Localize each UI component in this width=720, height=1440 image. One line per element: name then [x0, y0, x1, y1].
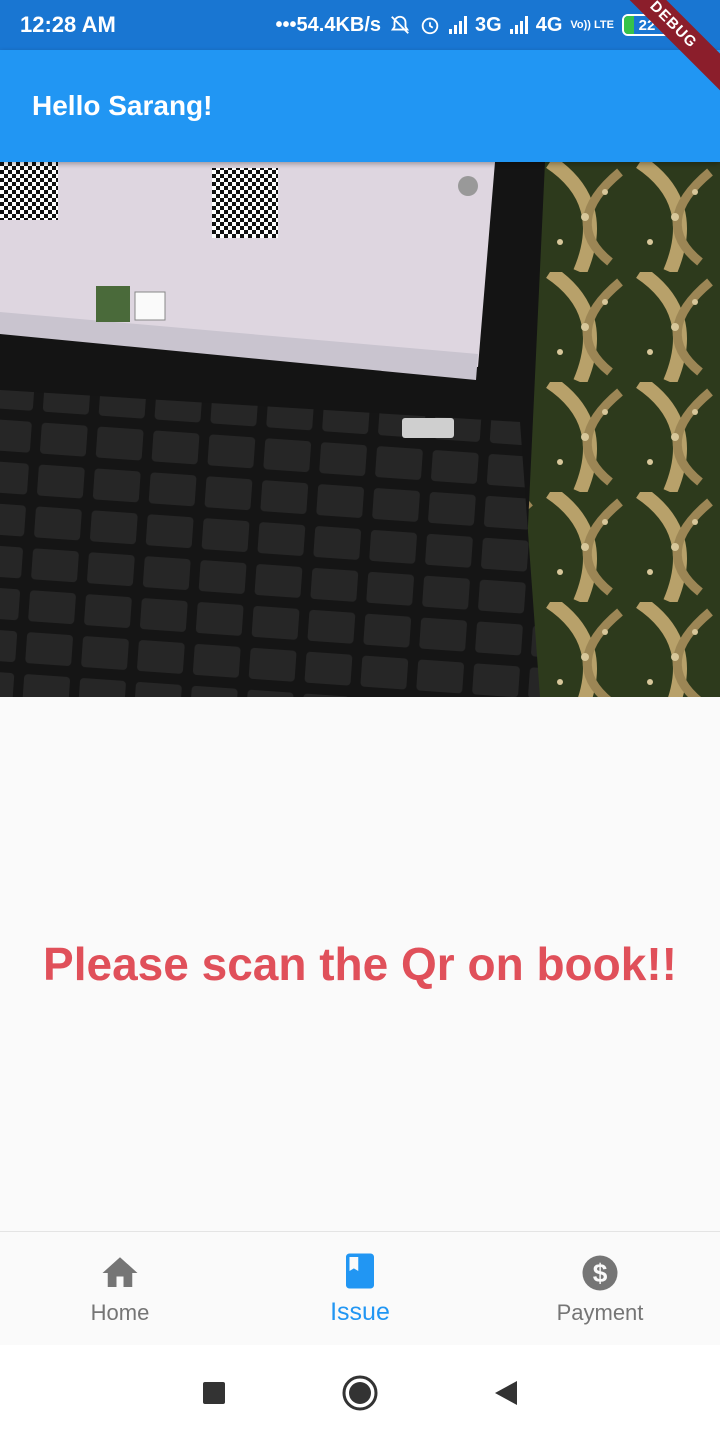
- alarm-icon: [421, 17, 439, 35]
- book-icon: [346, 1253, 374, 1289]
- camera-feed-image: [0, 162, 720, 697]
- page-title: Hello Sarang!: [32, 90, 213, 121]
- scan-instruction: Please scan the Qr on book!!: [43, 938, 677, 990]
- triangle-back-icon: [495, 1380, 517, 1405]
- network-speed: •••54.4KB/s: [275, 13, 382, 36]
- network-3g: 3G: [475, 13, 502, 36]
- signal-icon: [509, 16, 528, 34]
- nav-label-issue: Issue: [330, 1298, 390, 1326]
- nav-item-home[interactable]: Home: [0, 1232, 240, 1345]
- back-button[interactable]: [483, 1370, 529, 1416]
- mute-icon: [390, 15, 410, 34]
- square-icon: [203, 1381, 225, 1404]
- app-bar: Hello Sarang!: [0, 50, 720, 162]
- signal-icon: [449, 16, 468, 34]
- message-area: Please scan the Qr on book!!: [0, 697, 720, 1231]
- system-navigation: [0, 1345, 720, 1440]
- network-4g: 4G: [535, 13, 563, 36]
- home-icon: [102, 1256, 138, 1287]
- dollar-icon: $: [582, 1255, 618, 1290]
- home-system-button[interactable]: [337, 1370, 383, 1416]
- camera-preview[interactable]: [0, 162, 720, 697]
- nav-item-issue[interactable]: Issue: [240, 1232, 480, 1345]
- circle-icon: [342, 1375, 378, 1410]
- bottom-navigation: Home Issue $ Payment: [0, 1231, 720, 1345]
- recents-button[interactable]: [191, 1370, 237, 1416]
- status-icons: •••54.4KB/s 3G 4G Vo)) LTE 22: [276, 14, 700, 37]
- volte-indicator: Vo)) LTE: [570, 19, 614, 31]
- nav-label-payment: Payment: [556, 1299, 644, 1325]
- status-time: 12:28 AM: [20, 12, 116, 37]
- nav-item-payment[interactable]: $ Payment: [480, 1232, 720, 1345]
- status-bar: 12:28 AM •••54.4KB/s 3G 4G Vo)) LTE 22: [0, 0, 720, 50]
- svg-text:$: $: [593, 1257, 608, 1287]
- nav-label-home: Home: [90, 1299, 150, 1325]
